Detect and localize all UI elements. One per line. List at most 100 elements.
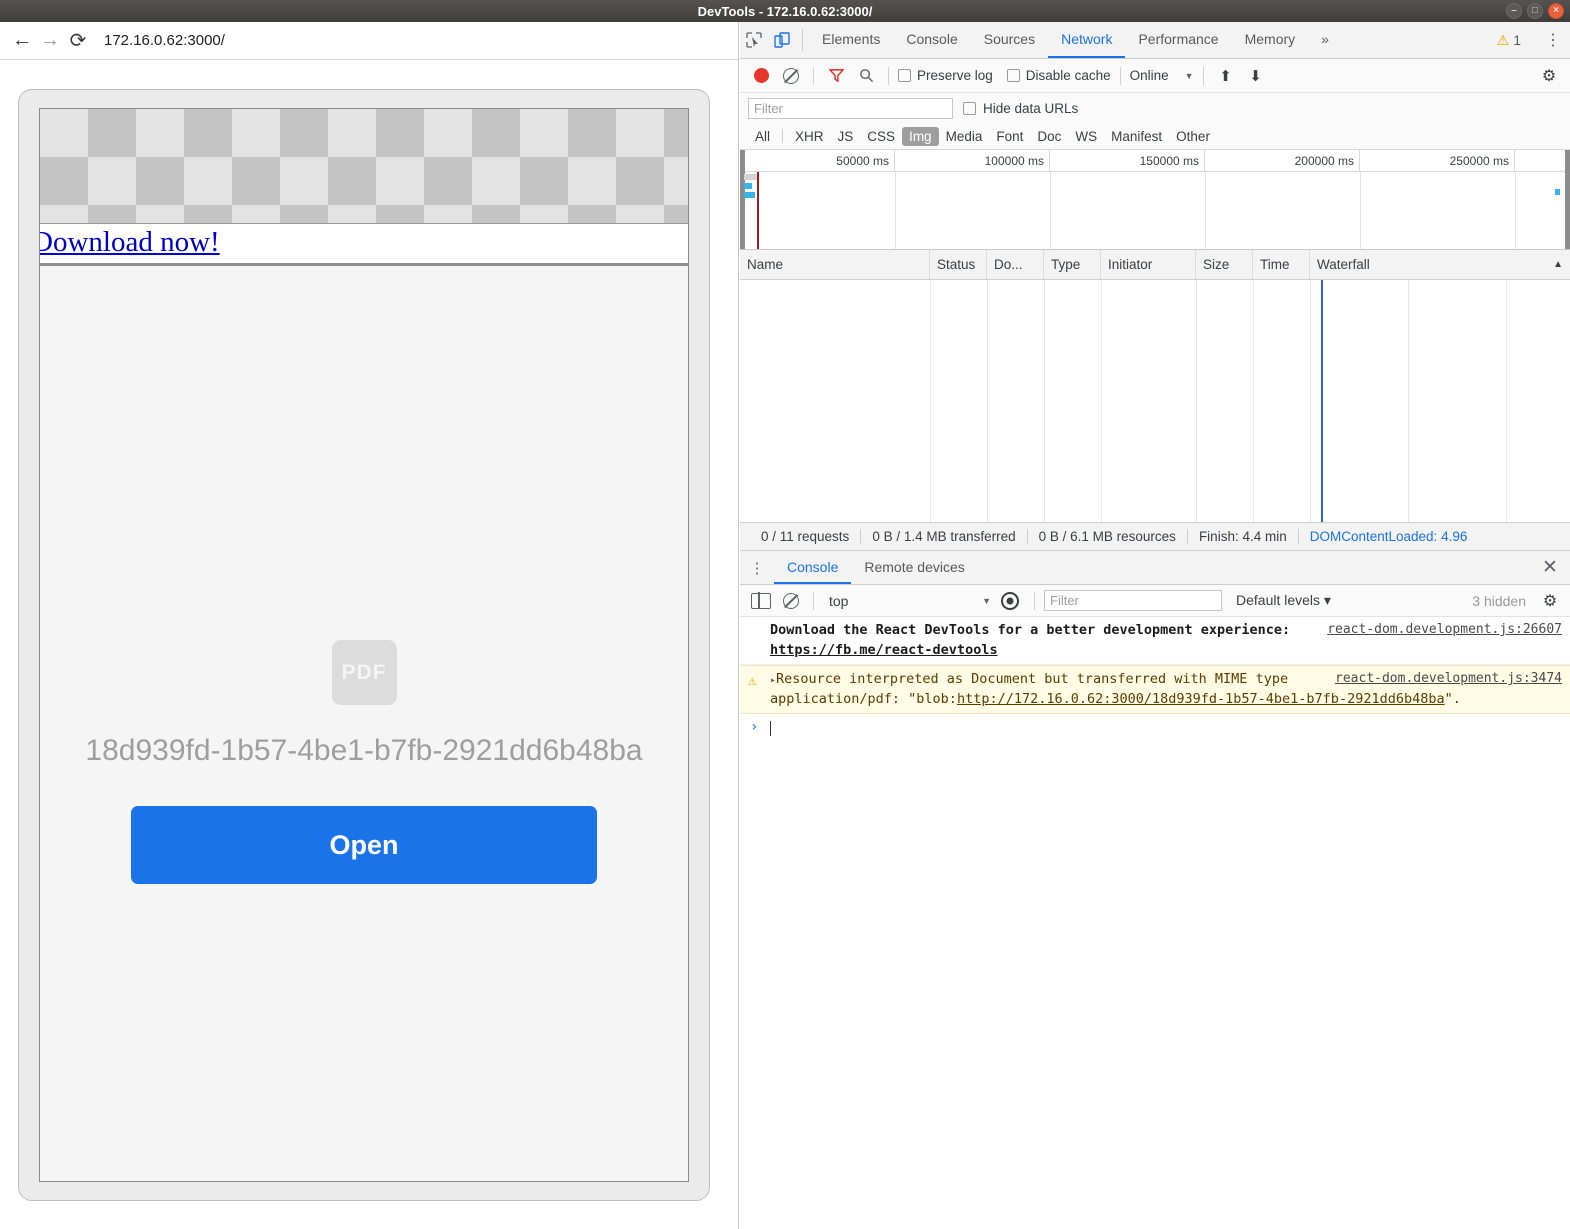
react-devtools-link[interactable]: https://fb.me/react-devtools [770, 642, 998, 658]
download-now-link[interactable]: Download now! [40, 226, 220, 259]
console-sidebar-button[interactable] [748, 592, 774, 609]
overview-right-handle[interactable] [1565, 150, 1570, 249]
toolbar-divider-2 [888, 66, 889, 85]
window-controls: – □ × [1506, 3, 1564, 19]
warning-count-badge[interactable]: ⚠ 1 [1489, 32, 1529, 49]
page-content: Download now! PDF 18d939fd-1b57-4be1-b7f… [39, 108, 689, 1182]
maximize-button[interactable]: □ [1527, 3, 1543, 19]
open-button[interactable]: Open [131, 806, 597, 884]
status-transferred: 0 B / 1.4 MB transferred [872, 529, 1016, 544]
import-har-icon[interactable]: ⬆ [1213, 67, 1239, 85]
overview-gridline-1 [895, 172, 896, 249]
drawer-tab-console[interactable]: Console [774, 551, 852, 584]
tab-performance[interactable]: Performance [1125, 22, 1231, 58]
console-source-link-1[interactable]: react-dom.development.js:26607 [1327, 621, 1562, 640]
console-divider-1 [813, 591, 814, 610]
search-icon [859, 69, 873, 83]
type-chip-doc[interactable]: Doc [1030, 127, 1068, 146]
tab-console[interactable]: Console [893, 22, 970, 58]
devtools-menu-icon[interactable]: ⋮ [1542, 30, 1564, 50]
console-context-select[interactable]: top ▼ [823, 593, 991, 609]
filter-toggle-button[interactable] [823, 68, 849, 83]
type-chip-manifest[interactable]: Manifest [1104, 127, 1169, 146]
clear-console-icon [783, 592, 799, 609]
search-button[interactable] [853, 68, 879, 83]
type-chip-js[interactable]: JS [831, 127, 861, 146]
transparency-checkerboard [40, 109, 688, 224]
type-chip-other[interactable]: Other [1169, 127, 1217, 146]
table-colline-9 [1506, 280, 1507, 522]
status-finish: Finish: 4.4 min [1198, 529, 1287, 544]
network-table-body[interactable] [740, 280, 1570, 523]
console-prompt[interactable]: › [740, 714, 1570, 742]
overview-request-bar-1 [744, 183, 752, 189]
type-chip-font[interactable]: Font [989, 127, 1030, 146]
clear-network-button[interactable] [778, 67, 804, 84]
column-header-size[interactable]: Size [1196, 250, 1253, 279]
record-button[interactable] [748, 68, 774, 83]
live-expression-button[interactable] [995, 591, 1025, 610]
console-levels-select[interactable]: Default levels ▾ [1226, 592, 1341, 609]
table-colline-5 [1196, 280, 1197, 522]
throttling-select[interactable]: Online ▼ [1130, 68, 1194, 83]
prompt-chevron-icon: › [750, 719, 759, 736]
type-chip-img[interactable]: Img [902, 126, 939, 146]
status-resources: 0 B / 6.1 MB resources [1038, 529, 1176, 544]
console-message-info[interactable]: react-dom.development.js:26607 Download … [740, 617, 1570, 666]
hide-data-urls-box-icon [963, 101, 976, 115]
column-header-name[interactable]: Name [740, 250, 930, 279]
device-toolbar-icon[interactable] [768, 22, 796, 58]
console-settings-icon[interactable]: ⚙ [1538, 591, 1562, 611]
console-message-warning[interactable]: ⚠ react-dom.development.js:3474 ▸Resourc… [740, 665, 1570, 715]
drawer-menu-icon[interactable]: ⋮ [740, 551, 774, 584]
minimize-button[interactable]: – [1506, 3, 1522, 19]
network-request-table: Name Status Do... Type Initiator Size Ti… [740, 250, 1570, 523]
console-source-link-2[interactable]: react-dom.development.js:3474 [1335, 670, 1562, 689]
tab-memory[interactable]: Memory [1232, 22, 1309, 58]
forward-icon[interactable]: → [36, 27, 64, 55]
clear-console-button[interactable] [778, 592, 804, 609]
sidebar-panel-icon [751, 592, 771, 609]
status-requests: 0 / 11 requests [761, 529, 850, 544]
tab-sources[interactable]: Sources [971, 22, 1048, 58]
column-header-initiator[interactable]: Initiator [1101, 250, 1196, 279]
disable-cache-label: Disable cache [1025, 68, 1111, 83]
export-har-icon[interactable]: ⬇ [1243, 67, 1269, 85]
column-header-waterfall[interactable]: Waterfall ▲ [1310, 250, 1570, 279]
overview-left-handle[interactable] [740, 150, 745, 249]
disable-cache-checkbox[interactable]: Disable cache [1006, 68, 1111, 83]
column-header-type[interactable]: Type [1044, 250, 1101, 279]
console-toolbar: top ▼ Default levels ▾ 3 hidden ⚙ [740, 585, 1570, 617]
column-header-time[interactable]: Time [1253, 250, 1310, 279]
network-settings-icon[interactable]: ⚙ [1536, 66, 1562, 86]
network-overview[interactable]: 50000 ms 100000 ms 150000 ms 200000 ms 2… [740, 150, 1570, 250]
type-chip-all[interactable]: All [748, 127, 777, 146]
hide-data-urls-checkbox[interactable]: Hide data URLs [963, 101, 1078, 116]
address-bar[interactable]: 172.16.0.62:3000/ [104, 32, 225, 49]
column-header-status[interactable]: Status [930, 250, 987, 279]
type-chip-ws[interactable]: WS [1068, 127, 1104, 146]
drawer-tab-remote-devices[interactable]: Remote devices [851, 551, 977, 584]
network-filter-input[interactable] [748, 97, 953, 119]
inspect-element-icon[interactable] [740, 22, 768, 58]
type-chip-css[interactable]: CSS [860, 127, 902, 146]
console-message-text-1: Download the React DevTools for a better… [770, 622, 1291, 638]
reload-icon[interactable]: ⟳ [64, 27, 92, 55]
preserve-log-checkbox[interactable]: Preserve log [898, 68, 993, 83]
tab-network[interactable]: Network [1048, 22, 1126, 58]
back-icon[interactable]: ← [8, 27, 36, 55]
devtools-tabbar: Elements Console Sources Network Perform… [740, 22, 1570, 59]
clear-icon [783, 67, 799, 84]
tab-elements[interactable]: Elements [809, 22, 893, 58]
overview-tick-250000: 250000 ms [1360, 150, 1515, 171]
status-dom-content-loaded: DOMContentLoaded: 4.96 [1309, 529, 1468, 544]
close-button[interactable]: × [1548, 3, 1564, 19]
blob-url-link[interactable]: http://172.16.0.62:3000/18d939fd-1b57-4b… [957, 691, 1445, 707]
type-chip-media[interactable]: Media [939, 127, 990, 146]
console-message-list: react-dom.development.js:26607 Download … [740, 617, 1570, 743]
console-filter-input[interactable] [1044, 590, 1222, 611]
drawer-close-icon[interactable]: ✕ [1530, 551, 1570, 584]
column-header-domain[interactable]: Do... [987, 250, 1044, 279]
more-tabs-icon[interactable]: » [1308, 22, 1342, 58]
type-chip-xhr[interactable]: XHR [788, 127, 831, 146]
